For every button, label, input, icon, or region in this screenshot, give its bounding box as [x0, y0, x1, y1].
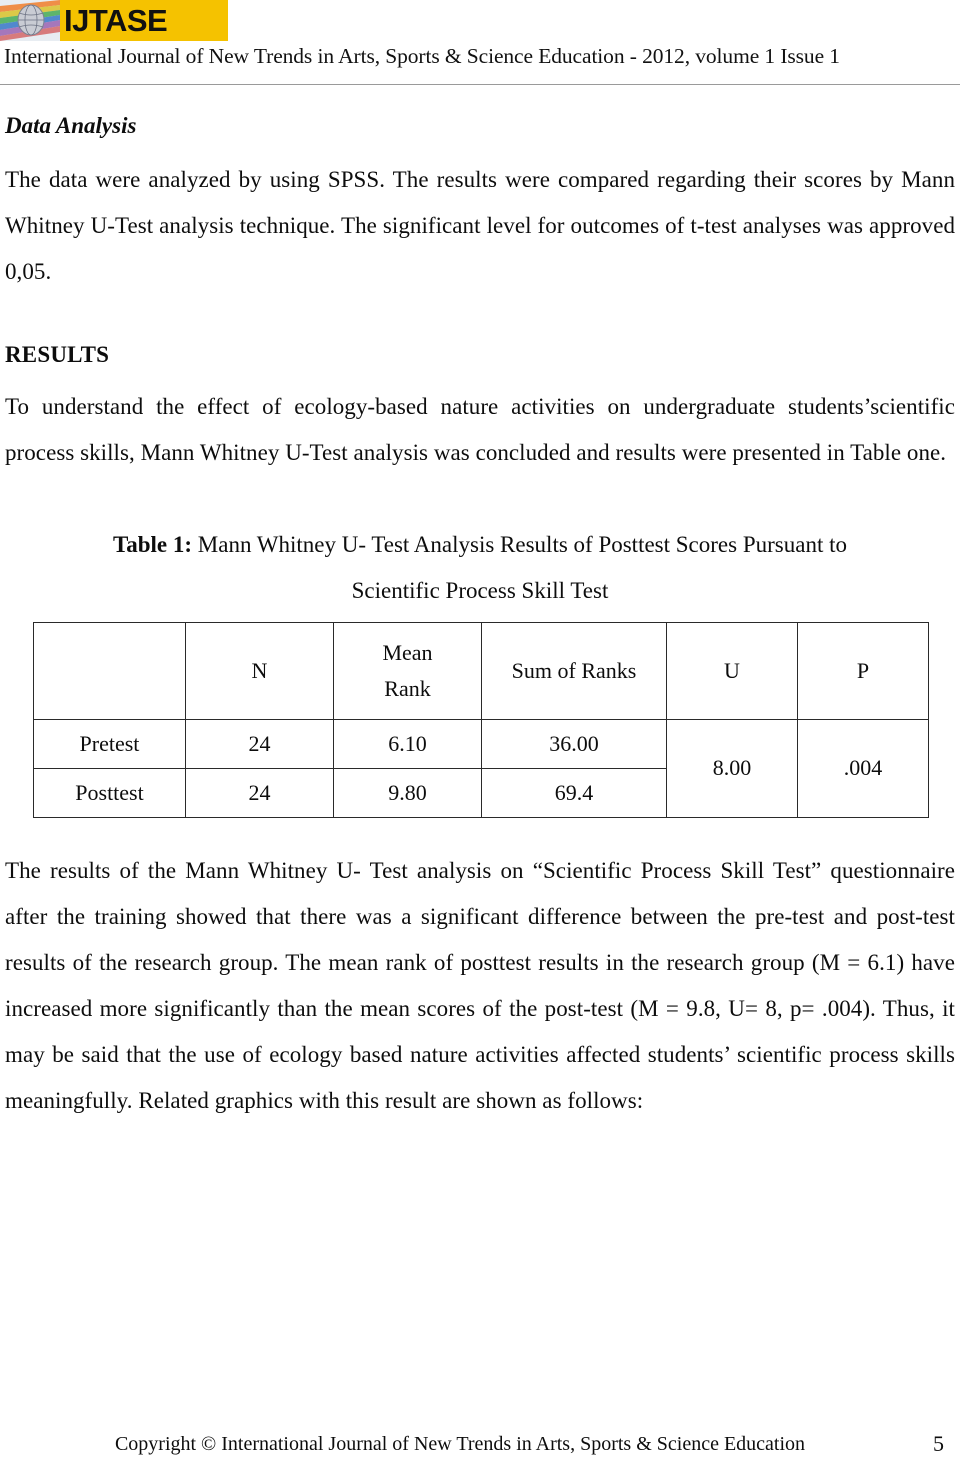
header-u: U [666, 621, 798, 720]
footer-page-number: 5 [933, 1431, 944, 1456]
document-content: Data Analysis The data were analyzed by … [5, 112, 955, 1124]
cell-pretest-sum-of-ranks: 36.00 [481, 718, 667, 769]
cell-pretest-mean-rank: 6.10 [333, 718, 482, 769]
globe-network-logo-icon [0, 0, 60, 41]
table-caption-line2-wrap: Scientific Process Skill Test [5, 568, 955, 614]
journal-title-line: International Journal of New Trends in A… [4, 44, 840, 68]
logo-wordmark: IJTASE [60, 0, 228, 41]
cell-posttest-sum-of-ranks: 69.4 [481, 767, 667, 818]
header-n: N [185, 621, 334, 720]
header-mean-rank-line1: Mean [382, 639, 433, 665]
paragraph-results-discussion: The results of the Mann Whitney U- Test … [5, 857, 955, 1113]
row-label-posttest: Posttest [33, 767, 186, 818]
table-caption: Table 1: Mann Whitney U- Test Analysis R… [5, 522, 955, 568]
table-header-row: N Mean Rank Sum of Ranks U P [33, 621, 929, 720]
row-label-pretest: Pretest [33, 718, 186, 769]
table-caption-line1: Mann Whitney U- Test Analysis Results of… [192, 531, 847, 557]
footer-copyright: Copyright © International Journal of New… [114, 1433, 806, 1455]
logo-wordmark-text: IJTASE [64, 3, 168, 38]
cell-posttest-mean-rank: 9.80 [333, 767, 482, 818]
header-p: P [797, 621, 929, 720]
cell-u-value: 8.00 [666, 718, 798, 818]
heading-results: RESULTS [5, 341, 110, 367]
heading-data-analysis: Data Analysis [5, 113, 137, 138]
header-blank [33, 621, 186, 720]
header-mean-rank: Mean Rank [333, 621, 482, 720]
paragraph-results-intro: To understand the effect of ecology-base… [5, 393, 955, 465]
page-footer: Copyright © International Journal of New… [0, 1427, 960, 1461]
cell-posttest-n: 24 [185, 767, 334, 818]
header-divider [0, 84, 960, 85]
mann-whitney-results-table: N Mean Rank Sum of Ranks U P Pretest 24 … [33, 621, 929, 818]
header-sum-of-ranks: Sum of Ranks [481, 621, 667, 720]
page-header: IJTASE International Journal of New Tren… [0, 0, 960, 86]
header-mean-rank-line2: Rank [384, 675, 431, 701]
journal-logo: IJTASE [0, 0, 228, 41]
paragraph-data-analysis: The data were analyzed by using SPSS. Th… [5, 166, 955, 284]
cell-p-value: .004 [797, 718, 929, 818]
table-caption-label: Table 1: [113, 531, 193, 557]
table-row: Pretest 24 6.10 36.00 8.00 .004 [33, 718, 929, 818]
cell-pretest-n: 24 [185, 718, 334, 769]
table-caption-line2: Scientific Process Skill Test [351, 577, 609, 603]
